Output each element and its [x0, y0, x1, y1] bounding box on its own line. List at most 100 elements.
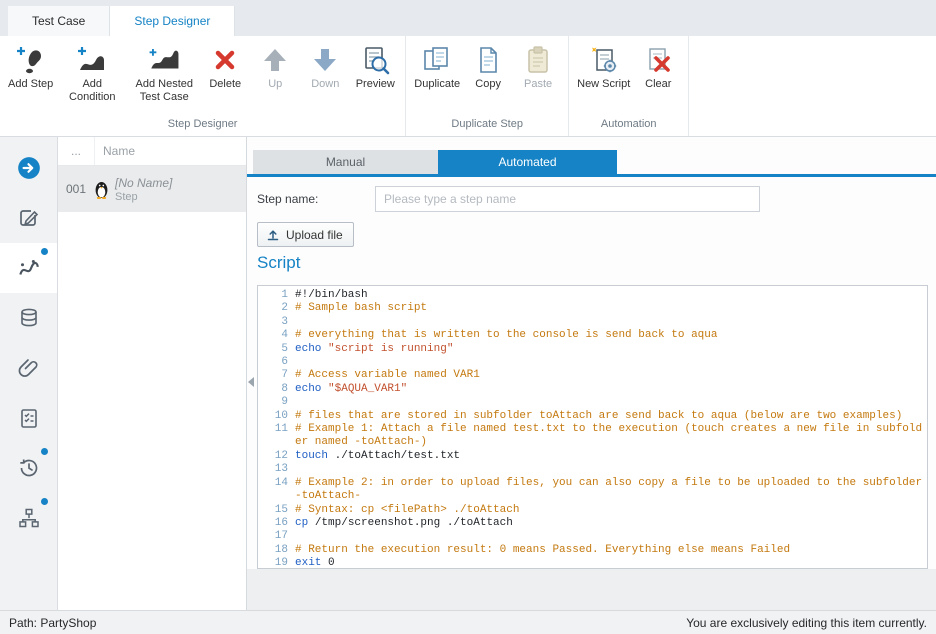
line-number: 3: [258, 316, 295, 329]
sidebar-item-history[interactable]: [0, 443, 57, 493]
code-line: 1#!/bin/bash: [258, 289, 927, 302]
delete-button[interactable]: Delete: [200, 40, 250, 93]
code-text: echo "$AQUA_VAR1": [295, 383, 927, 396]
line-number: 7: [258, 369, 295, 382]
notification-badge: [41, 498, 48, 505]
preview-icon: [358, 44, 392, 76]
code-text: touch ./toAttach/test.txt: [295, 450, 927, 463]
preview-button[interactable]: Preview: [350, 40, 400, 93]
ribbon-group-label: Step Designer: [5, 115, 400, 136]
up-icon: [258, 44, 292, 76]
document-tabstrip: Test Case Step Designer: [0, 0, 936, 36]
add-step-button[interactable]: Add Step: [5, 40, 56, 93]
add-step-icon: [14, 44, 48, 76]
steps-column-name[interactable]: Name: [95, 144, 135, 158]
tab-step-designer[interactable]: Step Designer: [110, 6, 235, 36]
code-text: #!/bin/bash: [295, 289, 927, 302]
line-number: 11: [258, 423, 295, 450]
ribbon-group-label: Duplicate Step: [411, 115, 563, 136]
sidebar-item-navigate[interactable]: [0, 143, 57, 193]
code-text: # files that are stored in subfolder toA…: [295, 410, 927, 423]
step-row-name: [No Name]: [115, 176, 172, 190]
line-number: 19: [258, 557, 295, 569]
paste-button[interactable]: Paste: [513, 40, 563, 93]
code-segment: # everything that is written to the cons…: [295, 329, 717, 341]
step-name-label: Step name:: [257, 186, 318, 212]
ribbon-button-label: Add Step: [8, 78, 53, 91]
code-line: 10# files that are stored in subfolder t…: [258, 410, 927, 423]
edit-icon: [16, 205, 42, 231]
down-button[interactable]: Down: [300, 40, 350, 93]
code-line: 13: [258, 463, 927, 476]
ribbon-button-label: Paste: [524, 78, 552, 91]
sidebar-item-database[interactable]: [0, 293, 57, 343]
sidebar-item-attachments[interactable]: [0, 343, 57, 393]
code-text: # everything that is written to the cons…: [295, 329, 927, 342]
tab-manual[interactable]: Manual: [253, 150, 438, 174]
add-condition-button[interactable]: Add Condition: [56, 40, 128, 105]
line-number: 6: [258, 356, 295, 369]
step-row-number: 001: [58, 182, 94, 196]
step-name-row: Step name:: [257, 186, 936, 212]
line-number: 17: [258, 530, 295, 543]
code-line: 18# Return the execution result: 0 means…: [258, 544, 927, 557]
script-code-editor[interactable]: 1#!/bin/bash2# Sample bash script34# eve…: [257, 285, 928, 569]
upload-file-button[interactable]: Upload file: [257, 222, 354, 247]
ribbon-button-label: Add Condition: [59, 78, 125, 103]
tab-test-case[interactable]: Test Case: [8, 6, 110, 36]
ribbon-button-label: Down: [311, 78, 339, 91]
up-button[interactable]: Up: [250, 40, 300, 93]
code-line: 9: [258, 396, 927, 409]
line-number: 1: [258, 289, 295, 302]
status-bar: Path: PartyShop You are exclusively edit…: [0, 610, 936, 634]
clear-button[interactable]: Clear: [633, 40, 683, 93]
sidebar-item-edit[interactable]: [0, 193, 57, 243]
script-heading: Script: [257, 253, 300, 273]
code-segment: # Example 2: in order to upload files, y…: [295, 477, 928, 502]
ribbon-group-step-designer: Add Step Add ConditionAdd Nested Test Cas…: [0, 36, 406, 136]
ribbon-button-label: Preview: [356, 78, 395, 91]
code-text: # Sample bash script: [295, 302, 927, 315]
line-number: 13: [258, 463, 295, 476]
code-segment: ./toAttach/test.txt: [335, 450, 460, 462]
notification-badge: [41, 448, 48, 455]
line-number: 8: [258, 383, 295, 396]
linux-penguin-icon: [94, 180, 109, 199]
hierarchy-icon: [16, 505, 42, 531]
new-script-button[interactable]: New Script: [574, 40, 633, 93]
ribbon-group-duplicate-step: DuplicateCopy Paste Duplicate Step: [406, 36, 569, 136]
duplicate-button[interactable]: Duplicate: [411, 40, 463, 93]
code-line: 17: [258, 530, 927, 543]
code-line: 5echo "script is running": [258, 343, 927, 356]
line-number: 18: [258, 544, 295, 557]
sidebar-item-checklist[interactable]: [0, 393, 57, 443]
editor-footer-strip: [247, 569, 936, 610]
steps-column-options[interactable]: ...: [58, 137, 95, 165]
code-line: 14# Example 2: in order to upload files,…: [258, 477, 927, 504]
line-number: 5: [258, 343, 295, 356]
status-editing-message: You are exclusively editing this item cu…: [686, 616, 927, 630]
code-line: 19exit 0: [258, 557, 927, 569]
step-row[interactable]: 001 [No Name] Step: [58, 166, 246, 212]
step-row-texts: [No Name] Step: [115, 176, 172, 203]
attachments-icon: [16, 355, 42, 381]
ribbon-button-label: Add Nested Test Case: [131, 78, 197, 103]
collapse-panel-arrow[interactable]: [248, 377, 254, 387]
code-segment: "script is running": [328, 343, 453, 355]
sidebar-item-steps[interactable]: [0, 243, 57, 293]
code-segment: echo: [295, 383, 328, 395]
tab-automated[interactable]: Automated: [438, 150, 617, 174]
copy-button[interactable]: Copy: [463, 40, 513, 93]
down-icon: [308, 44, 342, 76]
steps-list-panel: ... Name 001 [No Name] Step: [58, 137, 247, 610]
add-nested-test-case-button[interactable]: Add Nested Test Case: [128, 40, 200, 105]
code-text: [295, 396, 927, 409]
step-name-input[interactable]: [375, 186, 760, 212]
sidebar-item-hierarchy[interactable]: [0, 493, 57, 543]
code-text: [295, 356, 927, 369]
notification-badge: [41, 248, 48, 255]
code-segment: # Syntax: cp <filePath> ./toAttach: [295, 504, 519, 516]
code-segment: "$AQUA_VAR1": [328, 383, 407, 395]
step-row-type: Step: [115, 191, 172, 203]
ribbon-group-automation: New ScriptClearAutomation: [569, 36, 689, 136]
